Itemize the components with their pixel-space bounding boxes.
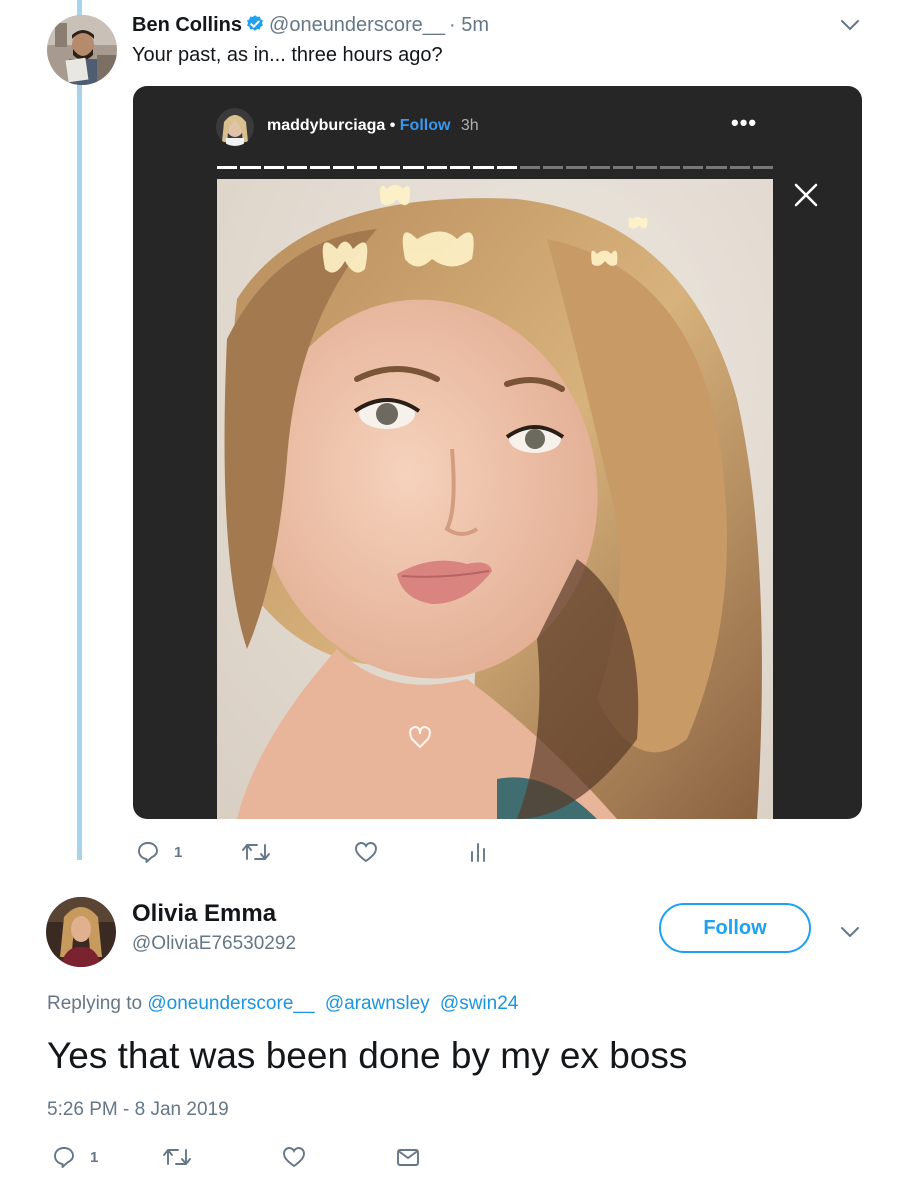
story-time: 3h	[460, 117, 479, 134]
story-progress-segment	[356, 166, 378, 169]
mention-link[interactable]: @oneunderscore__	[147, 993, 314, 1014]
story-progress-segment	[403, 166, 424, 169]
story-progress-segment	[566, 166, 587, 169]
tweet2-retweet-button[interactable]	[162, 1146, 282, 1168]
story-avatar[interactable]	[216, 108, 254, 146]
story-progress-segment	[449, 166, 471, 169]
tweet1-chevron-down-icon[interactable]	[840, 18, 860, 37]
tweet1-author-name[interactable]: Ben Collins	[132, 14, 242, 36]
heart-icon	[282, 1146, 306, 1168]
tweet2-reply-count: 1	[90, 1148, 99, 1166]
tweet1-header: Ben Collins @oneunderscore__ · 5m	[132, 12, 489, 41]
story-progress-segment	[659, 166, 680, 169]
thread-line	[77, 0, 82, 860]
tweet1-retweet-button[interactable]	[241, 841, 354, 863]
story-progress-segment	[310, 166, 331, 169]
heart-icon	[354, 841, 378, 863]
tweet1-actions: 1	[136, 840, 486, 864]
story-progress-segment	[263, 166, 284, 169]
story-progress-segment	[473, 166, 494, 169]
tweet2-author-name[interactable]: Olivia Emma	[132, 900, 276, 928]
verified-badge-icon	[245, 14, 265, 41]
replying-to-line: Replying to @oneunderscore__ @arawnsley …	[47, 993, 518, 1015]
story-progress-segment	[426, 166, 447, 169]
story-username[interactable]: maddyburciaga	[267, 117, 385, 134]
reply-icon	[52, 1145, 76, 1169]
tweet1-analytics-button[interactable]	[470, 841, 486, 863]
story-separator: •	[389, 117, 396, 134]
story-image	[217, 179, 773, 819]
mention-link[interactable]: @swin24	[440, 993, 518, 1014]
story-progress-segment	[333, 166, 354, 169]
story-progress-segment	[706, 166, 727, 169]
tweet1-author-handle[interactable]: @oneunderscore__	[269, 14, 445, 36]
tweet2-author-handle[interactable]: @OliviaE76530292	[132, 933, 296, 955]
story-more-options-icon[interactable]: •••	[731, 110, 757, 136]
story-progress-segment	[217, 166, 238, 169]
story-progress-segment	[729, 166, 750, 169]
envelope-icon	[396, 1147, 420, 1167]
story-progress-segment	[519, 166, 541, 169]
story-progress-segment	[682, 166, 704, 169]
tweet2-chevron-down-icon[interactable]	[840, 925, 860, 944]
olivia-emma-avatar[interactable]	[46, 897, 116, 967]
tweet1-reply-button[interactable]: 1	[136, 840, 241, 864]
story-progress-segment	[240, 166, 261, 169]
ben-collins-avatar[interactable]	[47, 15, 117, 85]
story-close-icon[interactable]	[793, 182, 819, 213]
embedded-story-media[interactable]: maddyburciaga • Follow 3h •••	[133, 86, 862, 819]
tweet2-actions: 1	[52, 1145, 420, 1169]
story-progress-bar	[217, 166, 774, 169]
story-progress-segment	[752, 166, 774, 169]
tweet1-like-button[interactable]	[354, 841, 470, 863]
story-user-line: maddyburciaga • Follow 3h	[267, 117, 479, 135]
story-progress-segment	[496, 166, 517, 169]
tweet2-reply-button[interactable]: 1	[52, 1145, 162, 1169]
story-progress-segment	[286, 166, 308, 169]
tweet1-time[interactable]: · 5m	[449, 14, 489, 36]
tweet2-like-button[interactable]	[282, 1146, 396, 1168]
tweet2-direct-message-button[interactable]	[396, 1147, 420, 1167]
tweet1-reply-count: 1	[174, 843, 183, 861]
story-progress-segment	[636, 166, 657, 169]
story-progress-segment	[380, 166, 401, 169]
story-progress-segment	[613, 166, 634, 169]
retweet-icon	[241, 841, 271, 863]
analytics-icon	[470, 841, 486, 863]
tweet2-timestamp[interactable]: 5:26 PM - 8 Jan 2019	[47, 1099, 229, 1121]
tweet2-text: Yes that was been done by my ex boss	[47, 1035, 688, 1076]
tweet1-text: Your past, as in... three hours ago?	[132, 44, 443, 66]
story-progress-segment	[543, 166, 564, 169]
replying-to-label: Replying to	[47, 993, 143, 1014]
follow-button[interactable]: Follow	[659, 903, 811, 953]
story-progress-segment	[589, 166, 611, 169]
mention-link[interactable]: @arawnsley	[325, 993, 430, 1014]
retweet-icon	[162, 1146, 192, 1168]
story-follow-link[interactable]: Follow	[400, 117, 451, 134]
reply-icon	[136, 840, 160, 864]
